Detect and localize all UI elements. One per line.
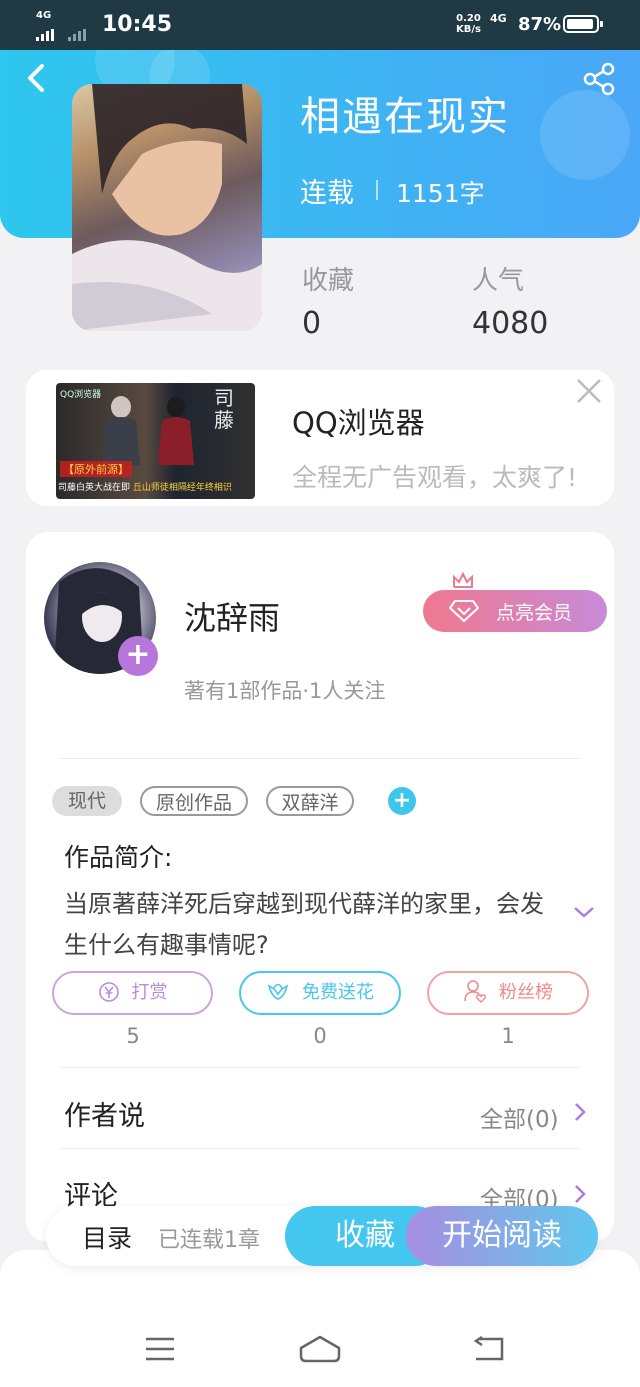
- ad-image-caption-highlight: 丘山师徒相隔经年终相识: [132, 483, 232, 493]
- divider: [60, 1067, 580, 1068]
- flower-icon: [267, 983, 289, 1000]
- reward-button[interactable]: 打赏: [52, 971, 213, 1015]
- author-meta: 著有1部作品·1人关注: [184, 679, 386, 703]
- chevron-down-icon[interactable]: [572, 900, 596, 924]
- fan-rank-label: 粉丝榜: [499, 982, 553, 1003]
- intro-label: 作品简介:: [64, 843, 173, 872]
- share-icon[interactable]: [582, 62, 616, 96]
- fan-icon: [464, 980, 486, 1003]
- fan-count: 1: [501, 1024, 515, 1048]
- popularity-label: 人气: [472, 266, 525, 296]
- tag-1[interactable]: 原创作品: [140, 786, 248, 816]
- back-icon[interactable]: [24, 60, 48, 96]
- battery-icon: [563, 15, 603, 33]
- divider: [60, 1148, 580, 1149]
- word-count: 1151字: [396, 179, 485, 208]
- author-says-all[interactable]: 全部(0): [480, 1100, 559, 1134]
- ad-image-caption: 司藤白英大战在即 丘山师徒相隔经年终相识: [58, 480, 232, 493]
- ad-image[interactable]: QQ浏览器 司藤 【原外前源】 司藤白英大战在即 丘山师徒相隔经年终相识: [56, 383, 255, 499]
- ad-image-brand: QQ浏览器: [60, 390, 102, 400]
- close-icon[interactable]: [574, 376, 604, 406]
- divider: [376, 180, 378, 200]
- ad-image-caption-tag: 【原外前源】: [60, 461, 132, 477]
- chapter-count: 已连载1章: [158, 1228, 260, 1253]
- home-icon[interactable]: [298, 1334, 342, 1364]
- intro-text: 当原著薛洋死后穿越到现代薛洋的家里，会发生什么有趣事情呢?: [64, 890, 544, 959]
- start-reading-button[interactable]: 开始阅读: [406, 1206, 598, 1266]
- send-flower-button[interactable]: 免费送花: [239, 971, 401, 1015]
- ad-subtitle: 全程无广告观看，太爽了!: [292, 463, 578, 492]
- vip-button-label[interactable]: 点亮会员: [496, 598, 572, 625]
- system-nav-bar: [0, 1250, 640, 1387]
- menu-icon[interactable]: [144, 1336, 176, 1362]
- send-flower-label: 免费送花: [302, 982, 374, 1003]
- tag-2[interactable]: 双薛洋: [266, 786, 354, 816]
- add-tag-button[interactable]: +: [388, 787, 416, 815]
- yen-icon: [98, 982, 119, 1002]
- reward-count: 5: [126, 1024, 140, 1048]
- net-indicator: 4G: [490, 12, 507, 25]
- back-nav-icon[interactable]: [470, 1336, 506, 1362]
- favorites-count: 0: [302, 306, 322, 341]
- clock: 10:45: [102, 12, 173, 37]
- tag-0[interactable]: 现代: [52, 786, 122, 816]
- divider: [60, 758, 580, 759]
- diamond-icon: [449, 600, 479, 623]
- favorites-label: 收藏: [302, 266, 355, 296]
- speed-value: 0.20: [456, 13, 481, 24]
- ad-title: QQ浏览器: [292, 406, 425, 440]
- popularity-count: 4080: [472, 306, 549, 341]
- author-name[interactable]: 沈辞雨: [184, 593, 280, 639]
- chevron-right-icon: [572, 1100, 588, 1130]
- fan-rank-button[interactable]: 粉丝榜: [427, 971, 589, 1015]
- speed-unit: KB/s: [456, 24, 481, 35]
- follow-button[interactable]: +: [118, 636, 158, 676]
- network-type: 4G: [36, 10, 52, 21]
- book-status: 连载: [300, 178, 354, 209]
- signal-icon-secondary: [68, 22, 88, 41]
- signal-icon: [36, 22, 56, 41]
- ad-image-calligraphy: 司藤: [214, 386, 234, 432]
- flower-count: 0: [313, 1024, 327, 1048]
- author-says-label: 作者说: [64, 1101, 145, 1132]
- book-title: 相遇在现实: [300, 94, 510, 140]
- battery-percent: 87%: [518, 14, 562, 35]
- book-cover[interactable]: [72, 84, 262, 331]
- status-bar: 4G 10:45 0.20 KB/s 4G 87%: [0, 0, 640, 50]
- toc-button[interactable]: 目录: [82, 1219, 132, 1255]
- reward-label: 打赏: [131, 982, 168, 1003]
- ad-image-caption-main: 司藤白英大战在即: [58, 483, 131, 493]
- network-speed: 0.20 KB/s: [456, 13, 481, 35]
